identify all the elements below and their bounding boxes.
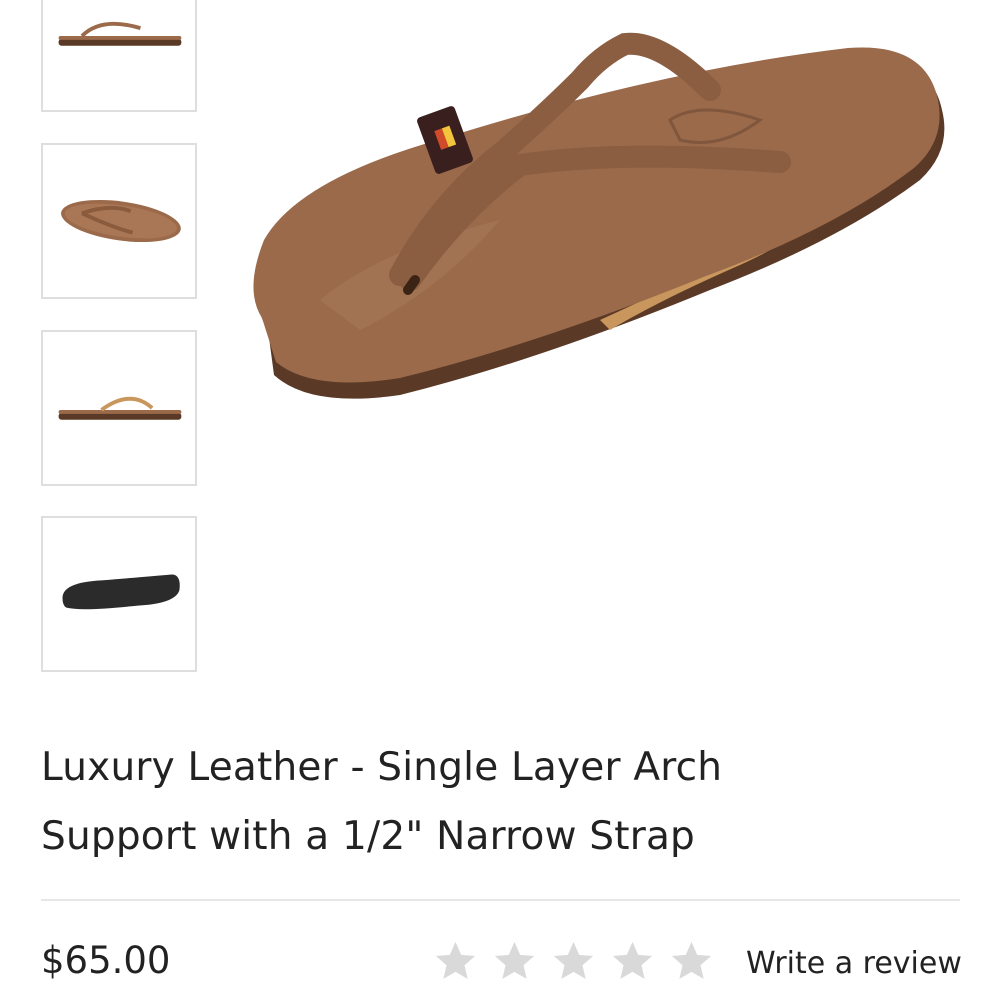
write-review-link[interactable]: Write a review: [746, 942, 962, 986]
product-title-line1: Luxury Leather - Single Layer Arch: [41, 745, 723, 790]
star-icon: [435, 941, 476, 979]
sandal-bottom-icon: [62, 574, 180, 610]
thumbnail-side-view[interactable]: [41, 0, 197, 112]
thumbnail-top-view[interactable]: [41, 143, 197, 299]
product-price: $65.00: [41, 939, 171, 982]
star-icon: [612, 941, 653, 979]
divider: [41, 899, 960, 901]
main-product-image[interactable]: [240, 0, 960, 420]
sandal-main-icon: [253, 32, 945, 399]
thumbnail-bottom-view[interactable]: [41, 516, 197, 672]
product-title: Luxury Leather - Single Layer Arch Suppo…: [41, 733, 941, 871]
star-icon: [494, 941, 535, 979]
star-icon: [553, 941, 594, 979]
sandal-top-icon: [61, 199, 181, 243]
sandal-side-alt-icon: [58, 396, 182, 420]
star-icon: [671, 941, 712, 979]
product-title-line2: Support with a 1/2" Narrow Strap: [41, 814, 695, 859]
thumbnail-side-view-alt[interactable]: [41, 330, 197, 486]
sandal-side-icon: [58, 21, 182, 46]
rating-stars[interactable]: [432, 935, 715, 987]
